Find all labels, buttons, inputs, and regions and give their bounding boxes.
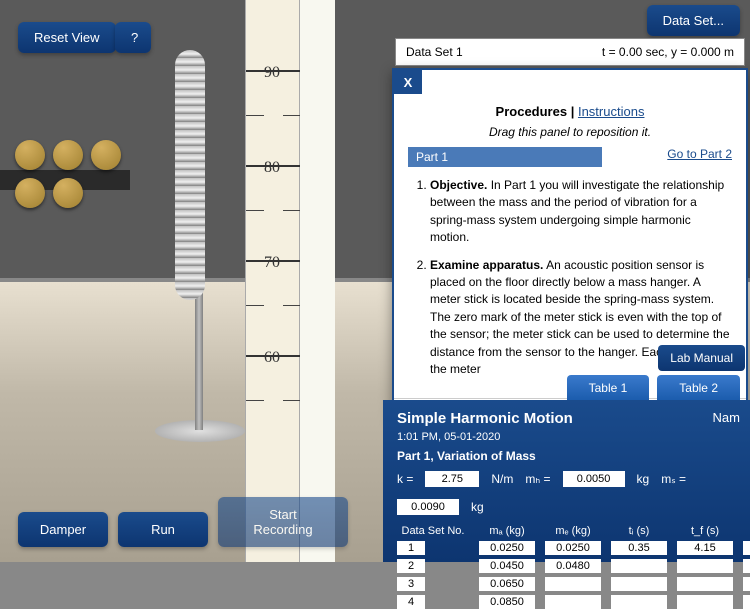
cell-input[interactable] xyxy=(545,577,601,591)
spring[interactable] xyxy=(175,50,205,300)
weight-disc[interactable] xyxy=(15,178,45,208)
table2-tab[interactable]: Table 2 xyxy=(657,375,740,401)
cell-input[interactable] xyxy=(479,559,535,573)
cell-input[interactable] xyxy=(545,595,601,609)
column-header: Data Set No. xyxy=(397,525,469,537)
column-header: mₐ (kg) xyxy=(479,525,535,537)
weight-disc[interactable] xyxy=(53,178,83,208)
cell-input[interactable] xyxy=(479,577,535,591)
cell-input[interactable] xyxy=(743,577,750,591)
row-number-input[interactable] xyxy=(397,541,425,555)
damper-button[interactable]: Damper xyxy=(18,512,108,547)
help-button[interactable]: ? xyxy=(115,22,151,53)
procedures-tab[interactable]: Procedures xyxy=(496,104,568,119)
dataset-title: Data Set 1 xyxy=(406,45,463,59)
run-button[interactable]: Run xyxy=(118,512,208,547)
table1-tab[interactable]: Table 1 xyxy=(567,375,650,401)
goto-part2-link[interactable]: Go to Part 2 xyxy=(667,147,732,161)
cell-input[interactable] xyxy=(545,559,601,573)
weight-disc[interactable] xyxy=(15,140,45,170)
row-label xyxy=(397,595,469,609)
cell-input[interactable] xyxy=(677,541,733,555)
cell-input[interactable] xyxy=(677,595,733,609)
reset-view-button[interactable]: Reset View xyxy=(18,22,116,53)
weights-group[interactable] xyxy=(15,140,125,208)
column-header: Δt (s) xyxy=(743,525,750,537)
cell-input[interactable] xyxy=(479,595,535,609)
cell-input[interactable] xyxy=(611,595,667,609)
cell-input[interactable] xyxy=(677,577,733,591)
procedure-item: Objective. In Part 1 you will investigat… xyxy=(430,177,732,247)
k-input[interactable] xyxy=(425,471,479,487)
row-number-input[interactable] xyxy=(397,559,425,573)
ruler xyxy=(245,0,300,562)
cell-input[interactable] xyxy=(743,541,750,555)
ms-input[interactable] xyxy=(397,499,459,515)
close-button[interactable]: X xyxy=(394,70,422,94)
column-header: tᵢ (s) xyxy=(611,525,667,537)
start-recording-button[interactable]: Start Recording xyxy=(218,497,348,547)
row-number-input[interactable] xyxy=(397,595,425,609)
cell-input[interactable] xyxy=(479,541,535,555)
name-label: Nam xyxy=(713,410,740,425)
drag-hint: Drag this panel to reposition it. xyxy=(408,125,732,139)
cell-input[interactable] xyxy=(611,541,667,555)
ruler-strip xyxy=(300,0,335,562)
weight-disc[interactable] xyxy=(91,140,121,170)
row-number-input[interactable] xyxy=(397,577,425,591)
instructions-link[interactable]: Instructions xyxy=(578,104,644,119)
row-label xyxy=(397,541,469,555)
timestamp: 1:01 PM, 05-01-2020 xyxy=(397,431,736,443)
dataset-status: t = 0.00 sec, y = 0.000 m xyxy=(602,45,734,59)
row-label xyxy=(397,577,469,591)
column-header: mₑ (kg) xyxy=(545,525,601,537)
part-header: Part 1 xyxy=(408,147,602,167)
part-label: Part 1, Variation of Mass xyxy=(397,449,736,463)
dataset-header: Data Set 1 t = 0.00 sec, y = 0.000 m xyxy=(395,38,745,66)
cell-input[interactable] xyxy=(545,541,601,555)
data-panel: Simple Harmonic Motion Nam 1:01 PM, 05-0… xyxy=(383,400,750,562)
cell-input[interactable] xyxy=(611,559,667,573)
cell-input[interactable] xyxy=(743,559,750,573)
dataset-button[interactable]: Data Set... xyxy=(647,5,740,36)
cell-input[interactable] xyxy=(677,559,733,573)
cell-input[interactable] xyxy=(611,577,667,591)
panel-title: Simple Harmonic Motion xyxy=(397,410,736,427)
table-tabs: Table 1 Table 2 xyxy=(567,375,740,401)
cell-input[interactable] xyxy=(743,595,750,609)
row-label xyxy=(397,559,469,573)
lab-manual-button[interactable]: Lab Manual xyxy=(658,345,745,371)
mh-input[interactable] xyxy=(563,471,625,487)
weight-disc[interactable] xyxy=(53,140,83,170)
column-header: t_f (s) xyxy=(677,525,733,537)
